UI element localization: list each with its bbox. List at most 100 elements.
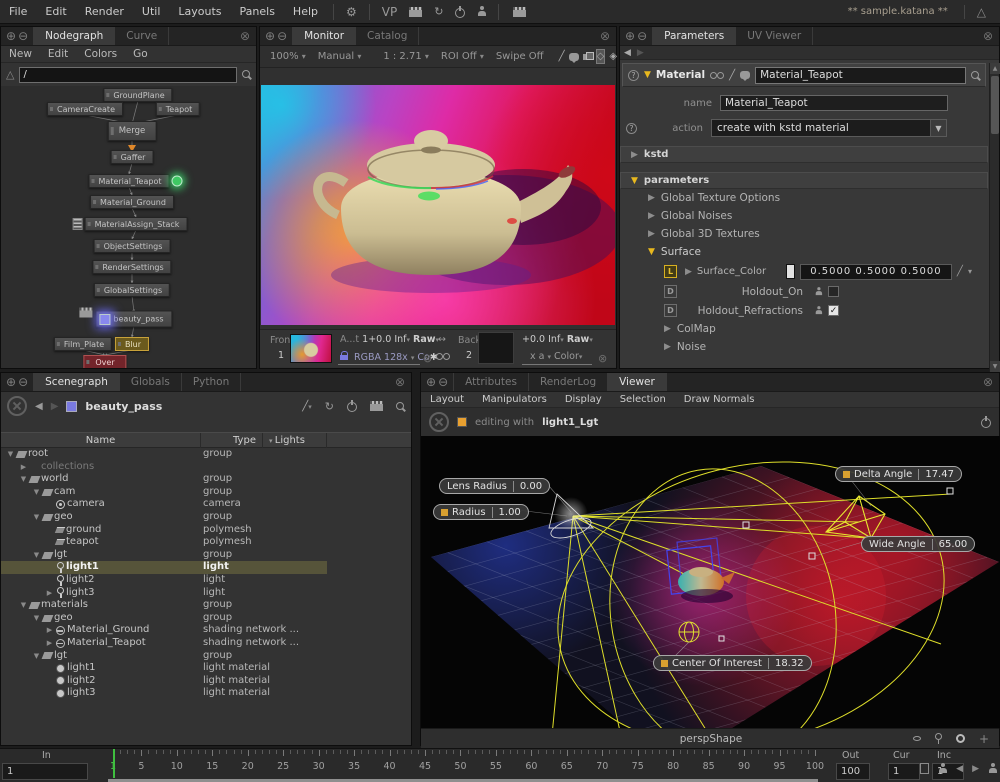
search-icon[interactable] <box>242 70 251 79</box>
pen-icon[interactable]: ╱ <box>957 266 963 277</box>
nodegraph-menu-go[interactable]: Go <box>125 46 156 62</box>
pen-icon[interactable]: ╱ <box>559 49 565 64</box>
close-icon[interactable]: ⊗ <box>594 27 616 45</box>
pane-add-icon[interactable]: ⊕ <box>625 29 635 43</box>
expand-icon[interactable]: ▼ <box>31 612 42 625</box>
scenegraph-row-teapot[interactable]: teapotpolymesh <box>1 536 411 549</box>
expand-icon[interactable]: ▶ <box>648 193 655 203</box>
scrollbar[interactable]: ▲ ▼ <box>989 63 999 372</box>
param-group-colmap[interactable]: ▶ColMap <box>620 320 988 338</box>
scenegraph-row-light1[interactable]: light1light material <box>1 662 411 675</box>
scenegraph-tab-scenegraph[interactable]: Scenegraph <box>34 373 120 391</box>
expand-icon[interactable]: ▶ <box>664 324 671 334</box>
scenegraph-row-light3[interactable]: light3light material <box>1 687 411 700</box>
node-groundplane[interactable]: GroundPlane <box>103 88 172 102</box>
param-group-global-texture-options[interactable]: ▶Global Texture Options <box>620 189 988 207</box>
power-icon[interactable] <box>347 401 357 411</box>
scenegraph-row-cam[interactable]: ▼camgroup <box>1 486 411 499</box>
node-blur[interactable]: Blur <box>115 337 149 351</box>
expand-icon[interactable]: ▶ <box>44 587 55 600</box>
pen-icon[interactable]: ╱▾ <box>302 401 312 412</box>
scenegraph-row-lgt[interactable]: ▼lgtgroup <box>1 549 411 562</box>
nodegraph-menu-colors[interactable]: Colors <box>76 46 125 62</box>
scenegraph-tab-globals[interactable]: Globals <box>120 373 182 391</box>
node-cameracreate[interactable]: CameraCreate <box>47 102 123 116</box>
pane-remove-icon[interactable]: ⊖ <box>18 375 28 389</box>
power-icon[interactable] <box>981 417 991 427</box>
state-badge[interactable]: D <box>664 285 677 298</box>
pane-add-icon[interactable]: ⊕ <box>265 29 275 43</box>
layers-icon[interactable] <box>583 49 592 64</box>
menu-file[interactable]: File <box>0 0 36 24</box>
nodegraph-tab-nodegraph[interactable]: Nodegraph <box>34 27 115 45</box>
manipulator-pill-lens-radius[interactable]: Lens Radius0.00 <box>439 478 550 494</box>
menu-edit[interactable]: Edit <box>36 0 75 24</box>
scenegraph-row-material_teapot[interactable]: ▶Material_Teapotshading network ... <box>1 637 411 650</box>
scenegraph-row-lgt[interactable]: ▼lgtgroup <box>1 650 411 663</box>
scenegraph-row-world[interactable]: ▼worldgroup <box>1 473 411 486</box>
monitor-tool-1-2-71[interactable]: 1 : 2.71 ▾ <box>379 51 433 62</box>
light-pin-icon[interactable] <box>935 733 942 744</box>
node-materialassign_stack[interactable]: MaterialAssign_Stack <box>85 217 188 231</box>
expand-icon[interactable]: ▼ <box>648 247 655 257</box>
manipulator-pill-radius[interactable]: Radius1.00 <box>433 504 529 520</box>
kstd-section[interactable]: ▶ kstd <box>620 146 988 163</box>
clear-edit-icon[interactable] <box>429 412 449 432</box>
scenegraph-row-light1[interactable]: light1light <box>1 561 411 574</box>
nodegraph-menu-edit[interactable]: Edit <box>40 46 76 62</box>
lens-icon[interactable] <box>956 734 965 743</box>
lock-icon[interactable] <box>340 351 348 360</box>
pane-remove-icon[interactable]: ⊖ <box>277 29 287 43</box>
expand-icon[interactable]: ▶ <box>664 342 671 352</box>
node-teapot[interactable]: Teapot <box>156 102 200 116</box>
close-icon[interactable]: ⊗ <box>977 27 999 45</box>
prev-key-person-icon[interactable] <box>938 763 947 774</box>
node-over[interactable]: Over <box>83 355 126 368</box>
node-gaffer[interactable]: Gaffer <box>111 150 154 164</box>
checkbox[interactable] <box>828 286 839 297</box>
out-field[interactable]: 100 <box>836 763 870 780</box>
state-badge[interactable]: L <box>664 265 677 278</box>
expand-icon[interactable]: ▼ <box>5 448 16 461</box>
node-beauty_pass[interactable]: beauty_pass <box>95 311 172 328</box>
search-icon[interactable] <box>971 71 980 80</box>
in-field[interactable]: 1 <box>2 763 88 780</box>
person-icon[interactable] <box>477 6 486 17</box>
manipulator-pill-delta-angle[interactable]: Delta Angle17.47 <box>835 466 962 482</box>
param-group-global-3d-textures[interactable]: ▶Global 3D Textures <box>620 225 988 243</box>
scenegraph-row-light2[interactable]: light2light material <box>1 675 411 688</box>
param-group-surface[interactable]: ▼Surface <box>620 243 988 261</box>
viewer-menu-layout[interactable]: Layout <box>421 392 473 407</box>
compare-icon[interactable]: ◈ <box>609 49 617 64</box>
viewer-tab-renderlog[interactable]: RenderLog <box>529 373 608 391</box>
node-globalsettings[interactable]: GlobalSettings <box>94 283 170 297</box>
name-field[interactable] <box>720 95 948 111</box>
breadcrumb[interactable]: beauty_pass <box>85 400 162 413</box>
monitor-tool-manual[interactable]: Manual ▾ <box>314 51 366 62</box>
expand-icon[interactable]: ▼ <box>31 511 42 524</box>
node-objectsettings[interactable]: ObjectSettings <box>94 239 171 253</box>
nodegraph-canvas[interactable]: GroundPlaneCameraCreate Teapot Merge Gaffer… <box>1 86 256 368</box>
pane-add-icon[interactable]: ⊕ <box>426 375 436 389</box>
menu-render[interactable]: Render <box>76 0 133 24</box>
warning-triangle-icon[interactable]: △ <box>964 5 986 19</box>
pane-remove-icon[interactable]: ⊖ <box>438 375 448 389</box>
keyframe-page-icon[interactable] <box>920 763 929 774</box>
action-dropdown[interactable]: create with kstd material ▼ <box>711 119 947 137</box>
node-merge[interactable]: Merge <box>108 121 157 141</box>
expand-icon[interactable]: ▶ <box>44 637 55 650</box>
pane-remove-icon[interactable]: ⊖ <box>637 29 647 43</box>
pane-add-icon[interactable]: ⊕ <box>6 29 16 43</box>
vp-label[interactable]: VP <box>382 5 397 19</box>
menu-panels[interactable]: Panels <box>231 0 284 24</box>
viewer-tab-viewer[interactable]: Viewer <box>608 373 667 391</box>
wrench-icon[interactable]: ╱ <box>729 70 735 81</box>
chevron-down-icon[interactable]: ▾ <box>968 267 972 276</box>
nav-forward-icon[interactable]: ▶ <box>637 48 644 58</box>
link-icon[interactable] <box>436 353 450 360</box>
gear-icon[interactable]: ⚙ <box>346 5 357 19</box>
viewer-tab-attributes[interactable]: Attributes <box>454 373 529 391</box>
next-key-person-icon[interactable] <box>988 763 997 774</box>
clear-front-icon[interactable]: ⊗ <box>423 352 432 365</box>
current-frame-marker[interactable] <box>113 749 115 778</box>
